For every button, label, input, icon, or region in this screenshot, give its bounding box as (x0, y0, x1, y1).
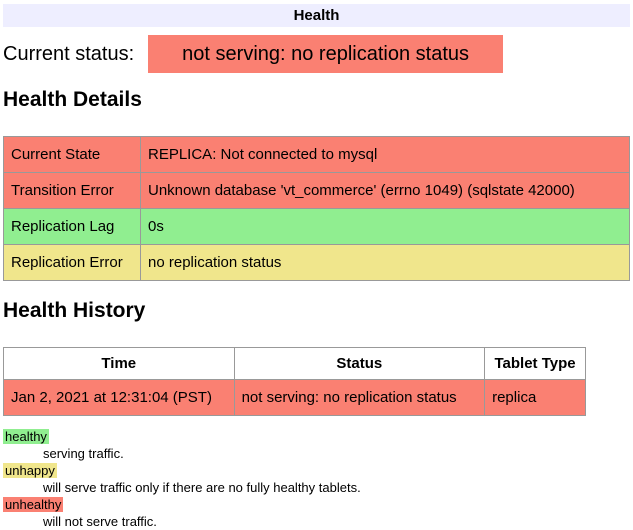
table-header-row: Time Status Tablet Type (4, 348, 586, 380)
legend-term: unhealthy (3, 496, 630, 513)
legend-term-healthy: healthy (3, 429, 49, 444)
detail-value: no replication status (141, 245, 630, 281)
detail-label: Replication Lag (4, 209, 141, 245)
table-row: Current State REPLICA: Not connected to … (4, 137, 630, 173)
legend: healthy serving traffic. unhappy will se… (3, 428, 630, 530)
table-row: Transition Error Unknown database 'vt_co… (4, 173, 630, 209)
legend-term-unhappy: unhappy (3, 463, 57, 478)
history-time: Jan 2, 2021 at 12:31:04 (PST) (4, 380, 235, 416)
legend-term: healthy (3, 428, 630, 445)
detail-label: Transition Error (4, 173, 141, 209)
health-details-table: Current State REPLICA: Not connected to … (3, 136, 630, 281)
legend-term-unhealthy: unhealthy (3, 497, 63, 512)
page-title: Health (3, 4, 630, 27)
detail-value: Unknown database 'vt_commerce' (errno 10… (141, 173, 630, 209)
history-header-tablet-type: Tablet Type (485, 348, 586, 380)
legend-term: unhappy (3, 462, 630, 479)
detail-label: Replication Error (4, 245, 141, 281)
history-header-time: Time (4, 348, 235, 380)
history-header-status: Status (234, 348, 485, 380)
detail-value: REPLICA: Not connected to mysql (141, 137, 630, 173)
current-status-line: Current status:not serving: no replicati… (3, 43, 630, 66)
legend-definition: serving traffic. (43, 445, 630, 462)
detail-value: 0s (141, 209, 630, 245)
table-row: Replication Lag 0s (4, 209, 630, 245)
current-status-label: Current status: (3, 43, 134, 65)
current-status-badge: not serving: no replication status (148, 35, 503, 73)
legend-definition: will serve traffic only if there are no … (43, 479, 630, 496)
history-status: not serving: no replication status (234, 380, 485, 416)
health-details-title: Health Details (3, 88, 630, 112)
spacer (3, 281, 630, 299)
legend-definition: will not serve traffic. (43, 513, 630, 530)
health-history-title: Health History (3, 299, 630, 323)
table-row: Replication Error no replication status (4, 245, 630, 281)
history-tablet-type: replica (485, 380, 586, 416)
table-row: Jan 2, 2021 at 12:31:04 (PST) not servin… (4, 380, 586, 416)
health-history-table: Time Status Tablet Type Jan 2, 2021 at 1… (3, 347, 586, 416)
detail-label: Current State (4, 137, 141, 173)
